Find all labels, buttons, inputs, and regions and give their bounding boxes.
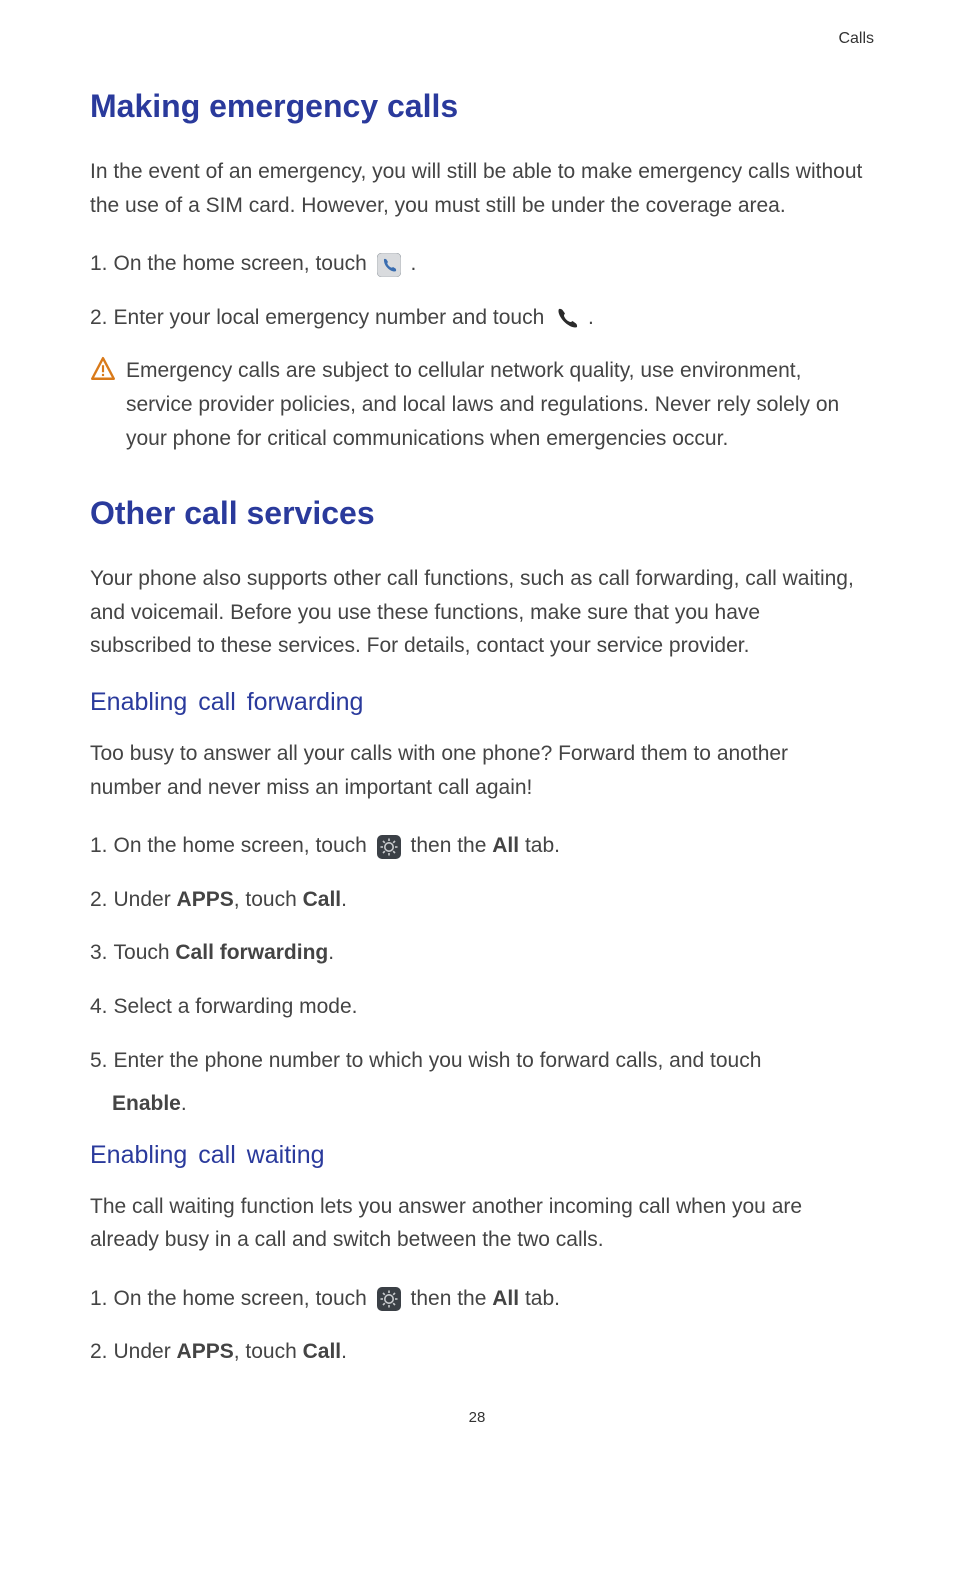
ol-number: 1. — [90, 829, 108, 863]
step-body: Under APPS, touch Call. — [114, 883, 864, 917]
step-text: Enter your local emergency number and to… — [114, 306, 551, 329]
step-text: then the — [411, 834, 493, 857]
warning-text: Emergency calls are subject to cellular … — [126, 354, 864, 455]
forwarding-step3: 3. Touch Call forwarding. — [90, 936, 864, 970]
step-bold: All — [492, 1287, 519, 1310]
emergency-step2: 2. Enter your local emergency number and… — [90, 301, 864, 335]
forwarding-step2: 2. Under APPS, touch Call. — [90, 883, 864, 917]
step-text: Under — [114, 1340, 177, 1363]
waiting-heading: Enabling call waiting — [90, 1141, 864, 1170]
step-body: On the home screen, touch — [114, 1282, 864, 1316]
ol-number: 3. — [90, 936, 108, 970]
step-bold: Call — [303, 888, 342, 911]
step-text: Touch — [114, 941, 176, 964]
forwarding-step1: 1. On the home screen, touch — [90, 829, 864, 863]
forwarding-intro: Too busy to answer all your calls with o… — [90, 737, 864, 804]
step-bold: All — [492, 834, 519, 857]
step-body: Enter your local emergency number and to… — [114, 301, 864, 335]
step-text: . — [341, 888, 347, 911]
emergency-intro: In the event of an emergency, you will s… — [90, 155, 864, 222]
forwarding-step5: 5. Enter the phone number to which you w… — [90, 1044, 864, 1078]
step-text: tab. — [525, 1287, 560, 1310]
step-text: . — [328, 941, 334, 964]
step-text: then the — [411, 1287, 493, 1310]
step-text: . — [181, 1092, 187, 1115]
emergency-heading: Making emergency calls — [90, 88, 864, 125]
step-text: . — [588, 306, 594, 329]
settings-icon — [377, 835, 401, 859]
ol-number: 2. — [90, 1335, 108, 1369]
warning-icon — [90, 356, 116, 382]
ol-number: 5. — [90, 1044, 108, 1078]
step-bold: APPS — [177, 1340, 234, 1363]
step-text: . — [341, 1340, 347, 1363]
step-text: , touch — [234, 1340, 303, 1363]
phone-app-icon — [377, 253, 401, 277]
step-text: tab. — [525, 834, 560, 857]
forwarding-heading: Enabling call forwarding — [90, 688, 864, 717]
step-body: Under APPS, touch Call. — [114, 1335, 864, 1369]
ol-number: 2. — [90, 301, 108, 335]
step-body: Select a forwarding mode. — [114, 990, 864, 1024]
ol-number: 2. — [90, 883, 108, 917]
waiting-intro: The call waiting function lets you answe… — [90, 1190, 864, 1257]
waiting-step2: 2. Under APPS, touch Call. — [90, 1335, 864, 1369]
step-text: On the home screen, touch — [114, 834, 373, 857]
header-section-label: Calls — [90, 30, 874, 48]
step-bold: Enable — [112, 1092, 181, 1115]
other-intro: Your phone also supports other call func… — [90, 562, 864, 663]
ol-number: 4. — [90, 990, 108, 1024]
step-body: On the home screen, touch — [114, 829, 864, 863]
step-bold: Call — [303, 1340, 342, 1363]
step-body: Enter the phone number to which you wish… — [114, 1044, 864, 1078]
forwarding-step5-line2: Enable. — [112, 1087, 864, 1121]
phone-handset-icon — [554, 306, 578, 330]
page-number: 28 — [90, 1409, 864, 1426]
other-heading: Other call services — [90, 495, 864, 532]
step-bold: APPS — [177, 888, 234, 911]
settings-icon — [377, 1287, 401, 1311]
ol-number: 1. — [90, 1282, 108, 1316]
page-container: Calls Making emergency calls In the even… — [0, 0, 954, 1466]
step-text: On the home screen, touch — [114, 252, 373, 275]
step-body: Touch Call forwarding. — [114, 936, 864, 970]
ol-number: 1. — [90, 247, 108, 281]
forwarding-step4: 4. Select a forwarding mode. — [90, 990, 864, 1024]
step-text: , touch — [234, 888, 303, 911]
step-text: On the home screen, touch — [114, 1287, 373, 1310]
step-body: On the home screen, touch . — [114, 247, 864, 281]
emergency-warning: Emergency calls are subject to cellular … — [90, 354, 864, 455]
step-bold: Call forwarding — [175, 941, 328, 964]
step-text: . — [411, 252, 417, 275]
waiting-step1: 1. On the home screen, touch — [90, 1282, 864, 1316]
emergency-step1: 1. On the home screen, touch . — [90, 247, 864, 281]
step-text: Under — [114, 888, 177, 911]
